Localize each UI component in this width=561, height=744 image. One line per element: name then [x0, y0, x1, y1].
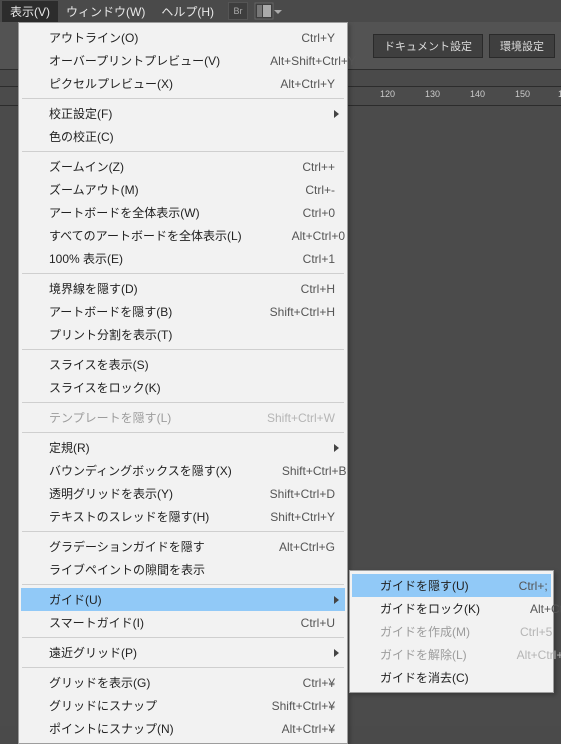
bridge-icon[interactable]: Br — [228, 2, 248, 20]
submenu-make-guides: ガイドを作成(M)Ctrl+5 — [352, 620, 551, 643]
menu-zoom-in[interactable]: ズームイン(Z)Ctrl++ — [21, 155, 345, 178]
menu-show-lp-gaps[interactable]: ライブペイントの隙間を表示 — [21, 558, 345, 581]
ruler-tick: 120 — [380, 89, 395, 99]
menu-separator — [22, 531, 344, 532]
menu-hide-grad-annotator[interactable]: グラデーションガイドを隠すAlt+Ctrl+G — [21, 535, 345, 558]
submenu-hide-guides[interactable]: ガイドを隠す(U)Ctrl+; — [352, 574, 551, 597]
menubar-help[interactable]: ヘルプ(H) — [153, 1, 222, 22]
menu-hide-artboards[interactable]: アートボードを隠す(B)Shift+Ctrl+H — [21, 300, 345, 323]
menu-hide-template: テンプレートを隠す(L)Shift+Ctrl+W — [21, 406, 345, 429]
ruler-tick: 140 — [470, 89, 485, 99]
menu-separator — [22, 98, 344, 99]
chevron-right-icon — [334, 596, 339, 604]
menu-overprint[interactable]: オーバープリントプレビュー(V)Alt+Shift+Ctrl+Y — [21, 49, 345, 72]
menu-guides[interactable]: ガイド(U) — [21, 588, 345, 611]
menu-actual-size[interactable]: 100% 表示(E)Ctrl+1 — [21, 247, 345, 270]
menu-show-grid[interactable]: グリッドを表示(G)Ctrl+¥ — [21, 671, 345, 694]
menu-fit-all[interactable]: すべてのアートボードを全体表示(L)Alt+Ctrl+0 — [21, 224, 345, 247]
menu-hide-edges[interactable]: 境界線を隠す(D)Ctrl+H — [21, 277, 345, 300]
view-menu: アウトライン(O)Ctrl+Y オーバープリントプレビュー(V)Alt+Shif… — [18, 22, 348, 744]
menubar: 表示(V) ウィンドウ(W) ヘルプ(H) Br — [0, 0, 561, 22]
menu-proof-colors[interactable]: 色の校正(C) — [21, 125, 345, 148]
menu-show-print-tiling[interactable]: プリント分割を表示(T) — [21, 323, 345, 346]
workspace-switcher[interactable] — [254, 2, 282, 20]
menu-zoom-out[interactable]: ズームアウト(M)Ctrl+- — [21, 178, 345, 201]
menu-hide-bbox[interactable]: バウンディングボックスを隠す(X)Shift+Ctrl+B — [21, 459, 345, 482]
menu-lock-slices[interactable]: スライスをロック(K) — [21, 376, 345, 399]
menu-separator — [22, 349, 344, 350]
menu-show-slices[interactable]: スライスを表示(S) — [21, 353, 345, 376]
menu-separator — [22, 402, 344, 403]
menubar-window[interactable]: ウィンドウ(W) — [58, 1, 153, 22]
doc-settings-button[interactable]: ドキュメント設定 — [373, 34, 483, 58]
menu-separator — [22, 584, 344, 585]
menu-outline[interactable]: アウトライン(O)Ctrl+Y — [21, 26, 345, 49]
ruler-tick: 150 — [515, 89, 530, 99]
menu-separator — [22, 432, 344, 433]
menu-rulers[interactable]: 定規(R) — [21, 436, 345, 459]
menubar-view[interactable]: 表示(V) — [2, 1, 58, 22]
menu-separator — [22, 273, 344, 274]
submenu-lock-guides[interactable]: ガイドをロック(K)Alt+Ctrl+; — [352, 597, 551, 620]
env-settings-button[interactable]: 環境設定 — [489, 34, 555, 58]
submenu-release-guides: ガイドを解除(L)Alt+Ctrl+5 — [352, 643, 551, 666]
menu-separator — [22, 667, 344, 668]
menu-proof-setup[interactable]: 校正設定(F) — [21, 102, 345, 125]
menu-show-trans-grid[interactable]: 透明グリッドを表示(Y)Shift+Ctrl+D — [21, 482, 345, 505]
menu-pixel-preview[interactable]: ピクセルプレビュー(X)Alt+Ctrl+Y — [21, 72, 345, 95]
chevron-right-icon — [334, 444, 339, 452]
ruler-tick: 130 — [425, 89, 440, 99]
menu-hide-text-threads[interactable]: テキストのスレッドを隠す(H)Shift+Ctrl+Y — [21, 505, 345, 528]
submenu-clear-guides[interactable]: ガイドを消去(C) — [352, 666, 551, 689]
menu-fit-artboard[interactable]: アートボードを全体表示(W)Ctrl+0 — [21, 201, 345, 224]
chevron-right-icon — [334, 110, 339, 118]
menu-snap-grid[interactable]: グリッドにスナップShift+Ctrl+¥ — [21, 694, 345, 717]
chevron-right-icon — [334, 649, 339, 657]
menu-separator — [22, 151, 344, 152]
menu-perspective-grid[interactable]: 遠近グリッド(P) — [21, 641, 345, 664]
menu-smart-guides[interactable]: スマートガイド(I)Ctrl+U — [21, 611, 345, 634]
guides-submenu: ガイドを隠す(U)Ctrl+; ガイドをロック(K)Alt+Ctrl+; ガイド… — [349, 570, 554, 693]
menu-snap-point[interactable]: ポイントにスナップ(N)Alt+Ctrl+¥ — [21, 717, 345, 740]
menu-separator — [22, 637, 344, 638]
